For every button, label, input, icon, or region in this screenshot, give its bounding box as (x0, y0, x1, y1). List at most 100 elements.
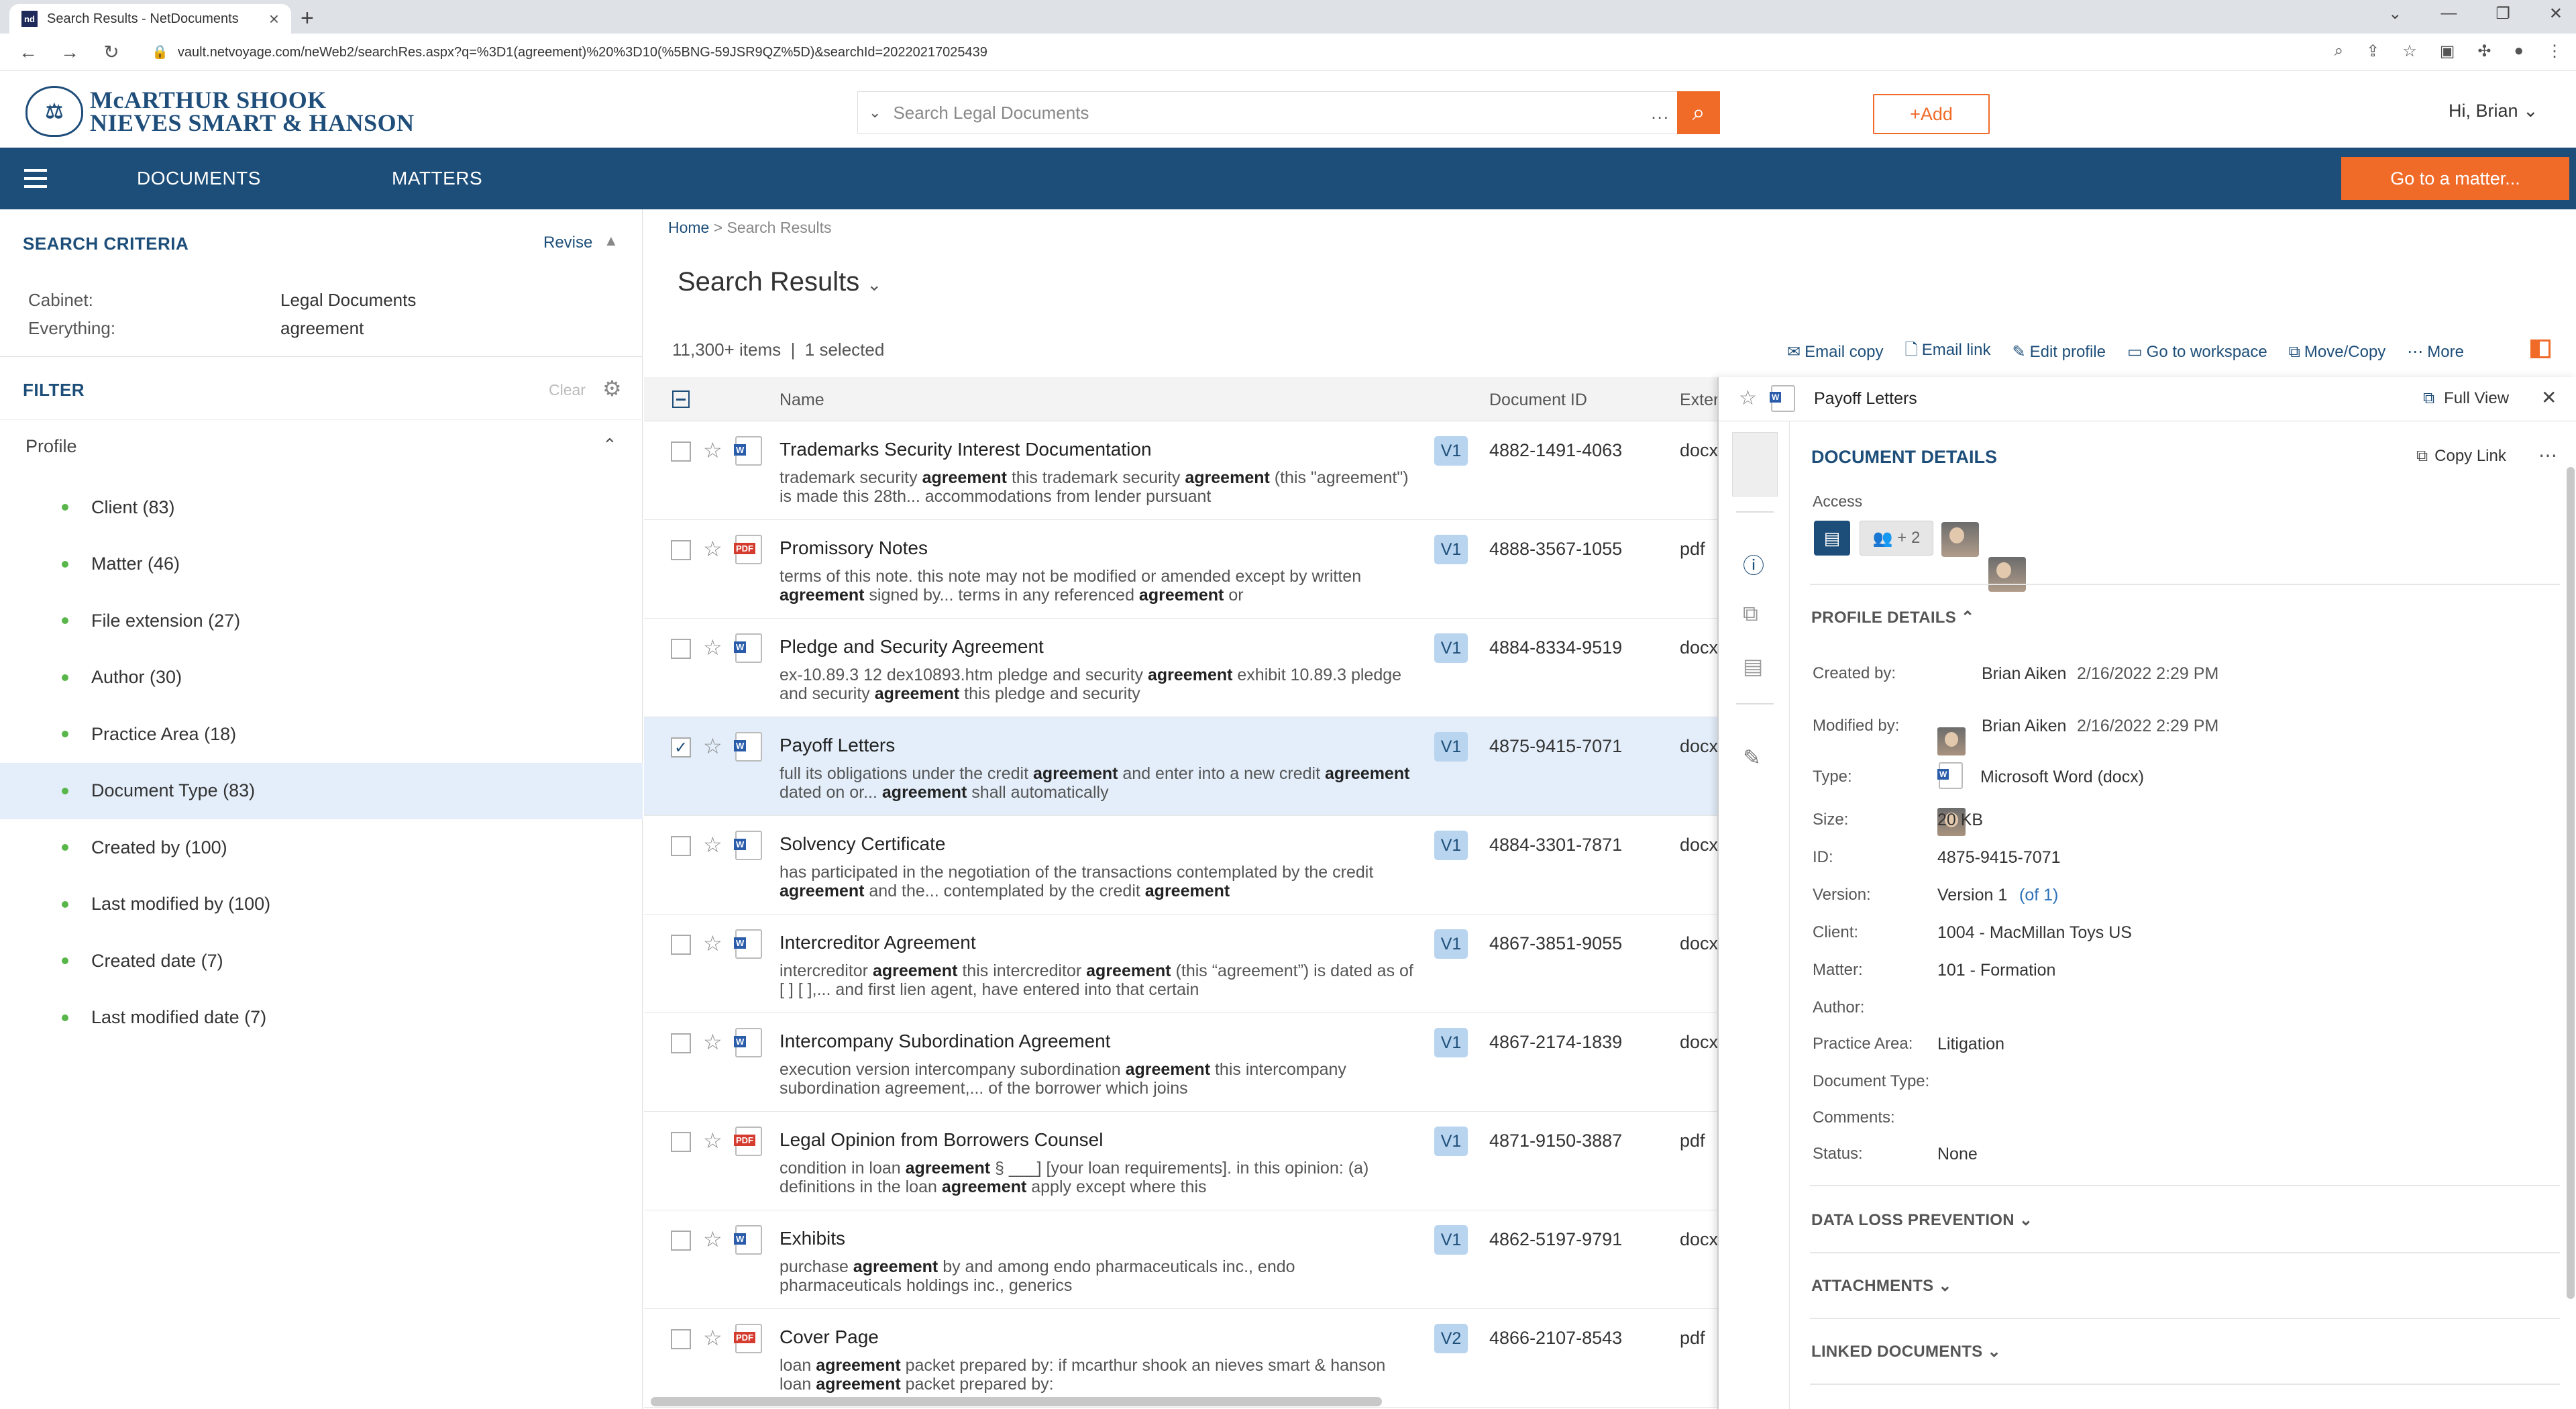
share-icon[interactable]: ⇪ (2366, 42, 2379, 61)
restore-icon[interactable]: ❐ (2496, 4, 2510, 23)
table-row[interactable]: ☆ PDF Cover Page loan agreement packet prep… (644, 1309, 1717, 1408)
full-view-button[interactable]: ⧉ Full View (2423, 389, 2509, 408)
row-checkbox[interactable] (671, 935, 691, 955)
filter-item[interactable]: Client (83) (0, 479, 643, 535)
filter-item[interactable]: Last modified date (7) (0, 990, 643, 1046)
info-icon[interactable]: ⓘ (1743, 549, 1764, 580)
profile-icon[interactable]: ● (2514, 42, 2524, 61)
filter-item[interactable]: Last modified by (100) (0, 876, 643, 933)
row-checkbox[interactable] (671, 1329, 691, 1349)
nav-matters[interactable]: MATTERS (392, 168, 482, 189)
version-badge[interactable]: V2 (1434, 1324, 1468, 1353)
copy-link-button[interactable]: ⧉ Copy Link (2416, 447, 2506, 466)
star-icon[interactable]: ☆ (703, 733, 722, 759)
document-name[interactable]: Pledge and Security Agreement (780, 636, 1044, 658)
row-checkbox[interactable] (671, 1033, 691, 1053)
table-row[interactable]: ☆ W Exhibits purchase agreement by and amon… (644, 1210, 1718, 1309)
document-name[interactable]: Legal Opinion from Borrowers Counsel (780, 1129, 1103, 1151)
page-title[interactable]: Search Results ⌄ (678, 267, 881, 297)
chevron-up-icon[interactable]: ⌃ (602, 435, 617, 456)
star-icon[interactable]: ☆ (703, 1227, 722, 1252)
star-icon[interactable]: ☆ (703, 1128, 722, 1153)
version-badge[interactable]: V1 (1434, 633, 1468, 663)
clear-filter-link[interactable]: Clear (549, 381, 586, 399)
signature-pen-icon[interactable]: ✎ (1743, 745, 1761, 770)
versions-icon[interactable]: ⧉ (1743, 601, 1758, 627)
new-tab-icon[interactable]: + (301, 5, 314, 32)
forward-icon[interactable]: → (56, 42, 83, 63)
zoom-icon[interactable]: ⌕ (2334, 42, 2343, 61)
edit-profile-button[interactable]: ✎ Edit profile (2012, 342, 2106, 362)
filter-item[interactable]: Created by (100) (0, 819, 643, 876)
version-badge[interactable]: V1 (1434, 1127, 1468, 1156)
browser-tab[interactable]: nd Search Results - NetDocuments × (9, 4, 291, 34)
table-row[interactable]: ☆ W Pledge and Security Agreement ex-10.89.… (644, 619, 1718, 717)
access-more-badge[interactable]: 👥 + 2 (1860, 521, 1933, 556)
document-name[interactable]: Cover Page (780, 1326, 879, 1348)
version-badge[interactable]: V1 (1434, 929, 1468, 959)
back-icon[interactable]: ← (15, 42, 42, 63)
column-header-document-id[interactable]: Document ID (1489, 390, 1587, 410)
email-copy-button[interactable]: ✉ Email copy (1787, 342, 1883, 362)
version-badge[interactable]: V1 (1434, 831, 1468, 860)
row-checkbox[interactable] (671, 1132, 691, 1152)
document-name[interactable]: Payoff Letters (780, 735, 895, 756)
go-to-workspace-button[interactable]: ▭ Go to workspace (2127, 342, 2267, 362)
filter-item[interactable]: Matter (46) (0, 536, 643, 592)
star-icon[interactable]: ☆ (1739, 386, 1757, 410)
close-window-icon[interactable]: ✕ (2549, 4, 2563, 23)
user-menu[interactable]: Hi, Brian ⌄ (2449, 101, 2538, 121)
close-tab-icon[interactable]: × (269, 9, 279, 30)
version-of-link[interactable]: (of 1) (2019, 886, 2058, 905)
version-badge[interactable]: V1 (1434, 436, 1468, 466)
collapse-up-icon[interactable]: ▲ (604, 232, 619, 250)
search-button[interactable]: ⌕ (1677, 91, 1720, 134)
version-badge[interactable]: V1 (1434, 535, 1468, 564)
filter-item[interactable]: Created date (7) (0, 933, 643, 989)
document-name[interactable]: Solvency Certificate (780, 833, 945, 855)
bookmark-star-icon[interactable]: ☆ (2402, 42, 2417, 61)
filter-item[interactable]: Practice Area (18) (0, 706, 643, 762)
revise-link[interactable]: Revise (543, 233, 592, 252)
close-panel-icon[interactable]: ✕ (2541, 386, 2557, 409)
filter-item[interactable]: Document Type (83) (0, 762, 643, 819)
toggle-details-panel-icon[interactable] (2530, 340, 2551, 358)
row-checkbox[interactable] (671, 836, 691, 856)
gear-icon[interactable]: ⚙ (602, 376, 622, 401)
more-button[interactable]: ⋯ More (2407, 342, 2464, 362)
select-all-checkbox[interactable] (672, 390, 690, 408)
data-loss-prevention-toggle[interactable]: DATA LOSS PREVENTION ⌄ (1811, 1210, 2033, 1230)
document-name[interactable]: Promissory Notes (780, 537, 928, 559)
tab-search-icon[interactable]: ⌄ (2388, 4, 2402, 23)
reload-icon[interactable]: ↻ (98, 41, 125, 63)
hamburger-menu-icon[interactable] (24, 169, 47, 188)
column-header-name[interactable]: Name (780, 390, 824, 410)
table-row[interactable]: ✓ ☆ W Payoff Letters full its obligations un… (644, 717, 1718, 816)
minimize-icon[interactable]: — (2440, 4, 2457, 23)
table-row[interactable]: ☆ PDF Legal Opinion from Borrowers Counsel… (644, 1112, 1717, 1210)
table-row[interactable]: ☆ W Intercreditor Agreement intercreditor a… (644, 915, 1718, 1013)
avatar[interactable] (1988, 557, 2026, 592)
row-checkbox[interactable] (671, 1231, 691, 1251)
table-row[interactable]: ☆ W Solvency Certificate has participated i… (644, 816, 1718, 915)
table-row[interactable]: ☆ W Intercompany Subordination Agreement ex… (644, 1013, 1718, 1112)
row-checkbox[interactable] (671, 540, 691, 560)
filter-item[interactable]: File extension (27) (0, 592, 643, 649)
version-badge[interactable]: V1 (1434, 1028, 1468, 1057)
document-thumbnail[interactable] (1732, 432, 1778, 497)
modified-by-value[interactable]: Brian Aiken (1982, 717, 2066, 736)
version-badge[interactable]: V1 (1434, 1225, 1468, 1255)
star-icon[interactable]: ☆ (703, 1029, 722, 1055)
nd-extension-icon[interactable]: ▣ (2440, 42, 2455, 61)
url-field[interactable]: 🔒 vault.netvoyage.com/neWeb2/searchRes.as… (152, 44, 987, 60)
filter-item[interactable]: Author (30) (0, 649, 643, 706)
comments-icon[interactable]: ▤ (1743, 654, 1763, 679)
chevron-down-icon[interactable]: ⌄ (869, 104, 881, 121)
more-options-icon[interactable]: ⋯ (2538, 444, 2557, 466)
row-checkbox[interactable] (671, 639, 691, 659)
star-icon[interactable]: ☆ (703, 635, 722, 660)
attachments-toggle[interactable]: ATTACHMENTS ⌄ (1811, 1276, 1952, 1296)
star-icon[interactable]: ☆ (703, 931, 722, 956)
nav-documents[interactable]: DOCUMENTS (137, 168, 261, 189)
search-options-button[interactable]: ... (1651, 103, 1670, 123)
